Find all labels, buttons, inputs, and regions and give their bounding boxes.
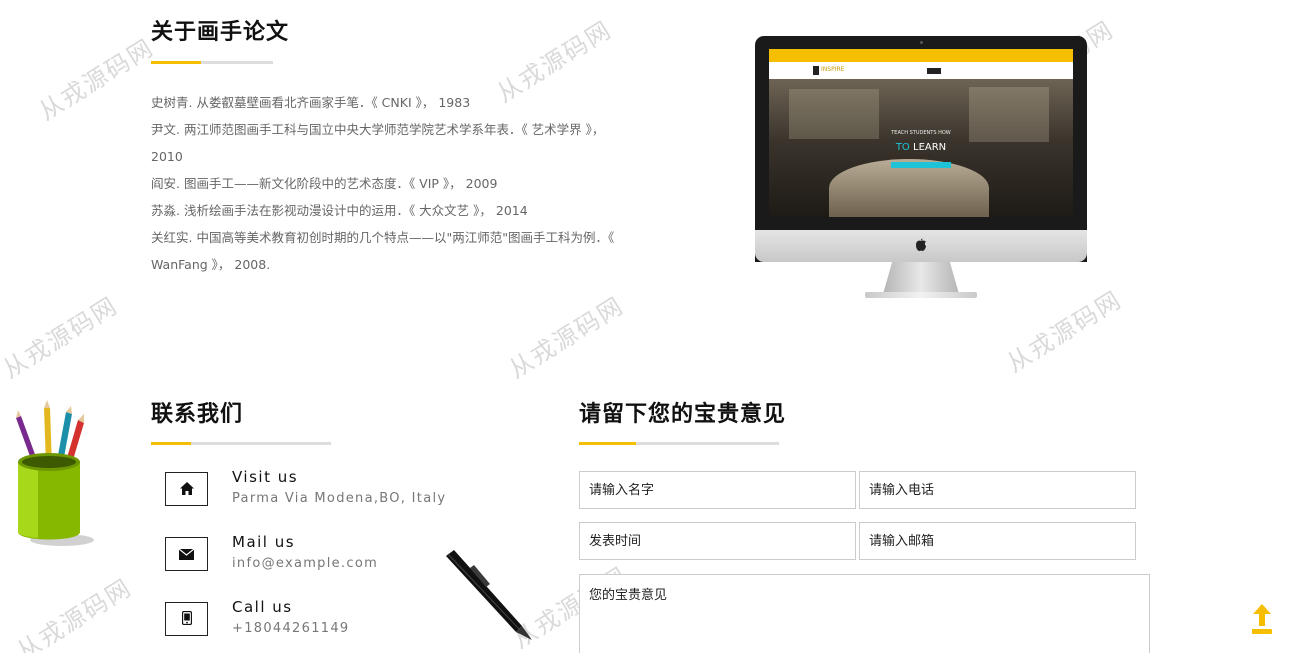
mail-us-title: Mail us xyxy=(232,533,296,551)
papers-title: 关于画手论文 xyxy=(151,20,290,45)
visit-us-address: Parma Via Modena,BO, Italy xyxy=(232,491,447,506)
reference-list: 史树青. 从娄叡墓壁画看北齐画家手笔．《 CNKI 》， 1983 尹文. 两江… xyxy=(151,89,631,278)
feedback-title: 请留下您的宝贵意见 xyxy=(579,402,787,427)
apple-logo-icon xyxy=(915,237,927,251)
call-us-title: Call us xyxy=(232,598,293,616)
home-icon xyxy=(179,480,194,499)
monitor-hero-line2: TO LEARN xyxy=(895,142,947,153)
mail-us-box xyxy=(165,537,208,571)
watermark: 从戎源码网 xyxy=(11,573,137,653)
watermark: 从戎源码网 xyxy=(0,291,123,384)
reference-item: 关红实. 中国高等美术教育初创时期的几个特点——以"两江师范"图画手工科为例．《 xyxy=(151,230,615,245)
mail-icon xyxy=(178,545,195,564)
name-input[interactable] xyxy=(579,471,856,509)
reference-item: 2010 xyxy=(151,149,183,164)
pencil-cup-image xyxy=(8,400,96,550)
monitor-hero-line1: TEACH STUDENTS HOW xyxy=(891,130,951,136)
call-us-box xyxy=(165,602,208,636)
call-us-phone[interactable]: +18044261149 xyxy=(232,621,349,636)
phone-input[interactable] xyxy=(859,471,1136,509)
monitor-image: INSPIRE TEACH STUDENTS HOW TO LEARN xyxy=(755,36,1087,316)
reference-item: 尹文. 两江师范图画手工科与国立中央大学师范学院艺术学系年表．《 艺术学界 》， xyxy=(151,122,605,137)
arrow-up-icon xyxy=(1250,604,1274,640)
phone-icon xyxy=(181,610,192,629)
reference-item: 阎安. 图画手工——新文化阶段中的艺术态度．《 VIP 》， 2009 xyxy=(151,176,498,191)
reference-item: 苏淼. 浅析绘画手法在影视动漫设计中的运用．《 大众文艺 》， 2014 xyxy=(151,203,528,218)
watermark: 从戎源码网 xyxy=(33,33,159,126)
mail-us-email[interactable]: info@example.com xyxy=(232,556,378,571)
contact-title: 联系我们 xyxy=(151,402,244,427)
papers-title-underline xyxy=(151,61,273,64)
monitor-brand: INSPIRE xyxy=(821,66,845,73)
message-textarea[interactable] xyxy=(579,574,1150,653)
visit-us-box xyxy=(165,472,208,506)
visit-us-title: Visit us xyxy=(232,468,299,486)
back-to-top-button[interactable] xyxy=(1250,604,1274,636)
feedback-title-underline xyxy=(579,442,779,445)
reference-item: WanFang 》， 2008. xyxy=(151,257,271,272)
pen-image xyxy=(440,548,540,643)
reference-item: 史树青. 从娄叡墓壁画看北齐画家手笔．《 CNKI 》， 1983 xyxy=(151,95,471,110)
publish-time-input[interactable] xyxy=(579,522,856,560)
monitor-screen: INSPIRE TEACH STUDENTS HOW TO LEARN xyxy=(769,49,1073,217)
watermark: 从戎源码网 xyxy=(503,291,629,384)
contact-title-underline xyxy=(151,442,331,445)
email-input[interactable] xyxy=(859,522,1136,560)
